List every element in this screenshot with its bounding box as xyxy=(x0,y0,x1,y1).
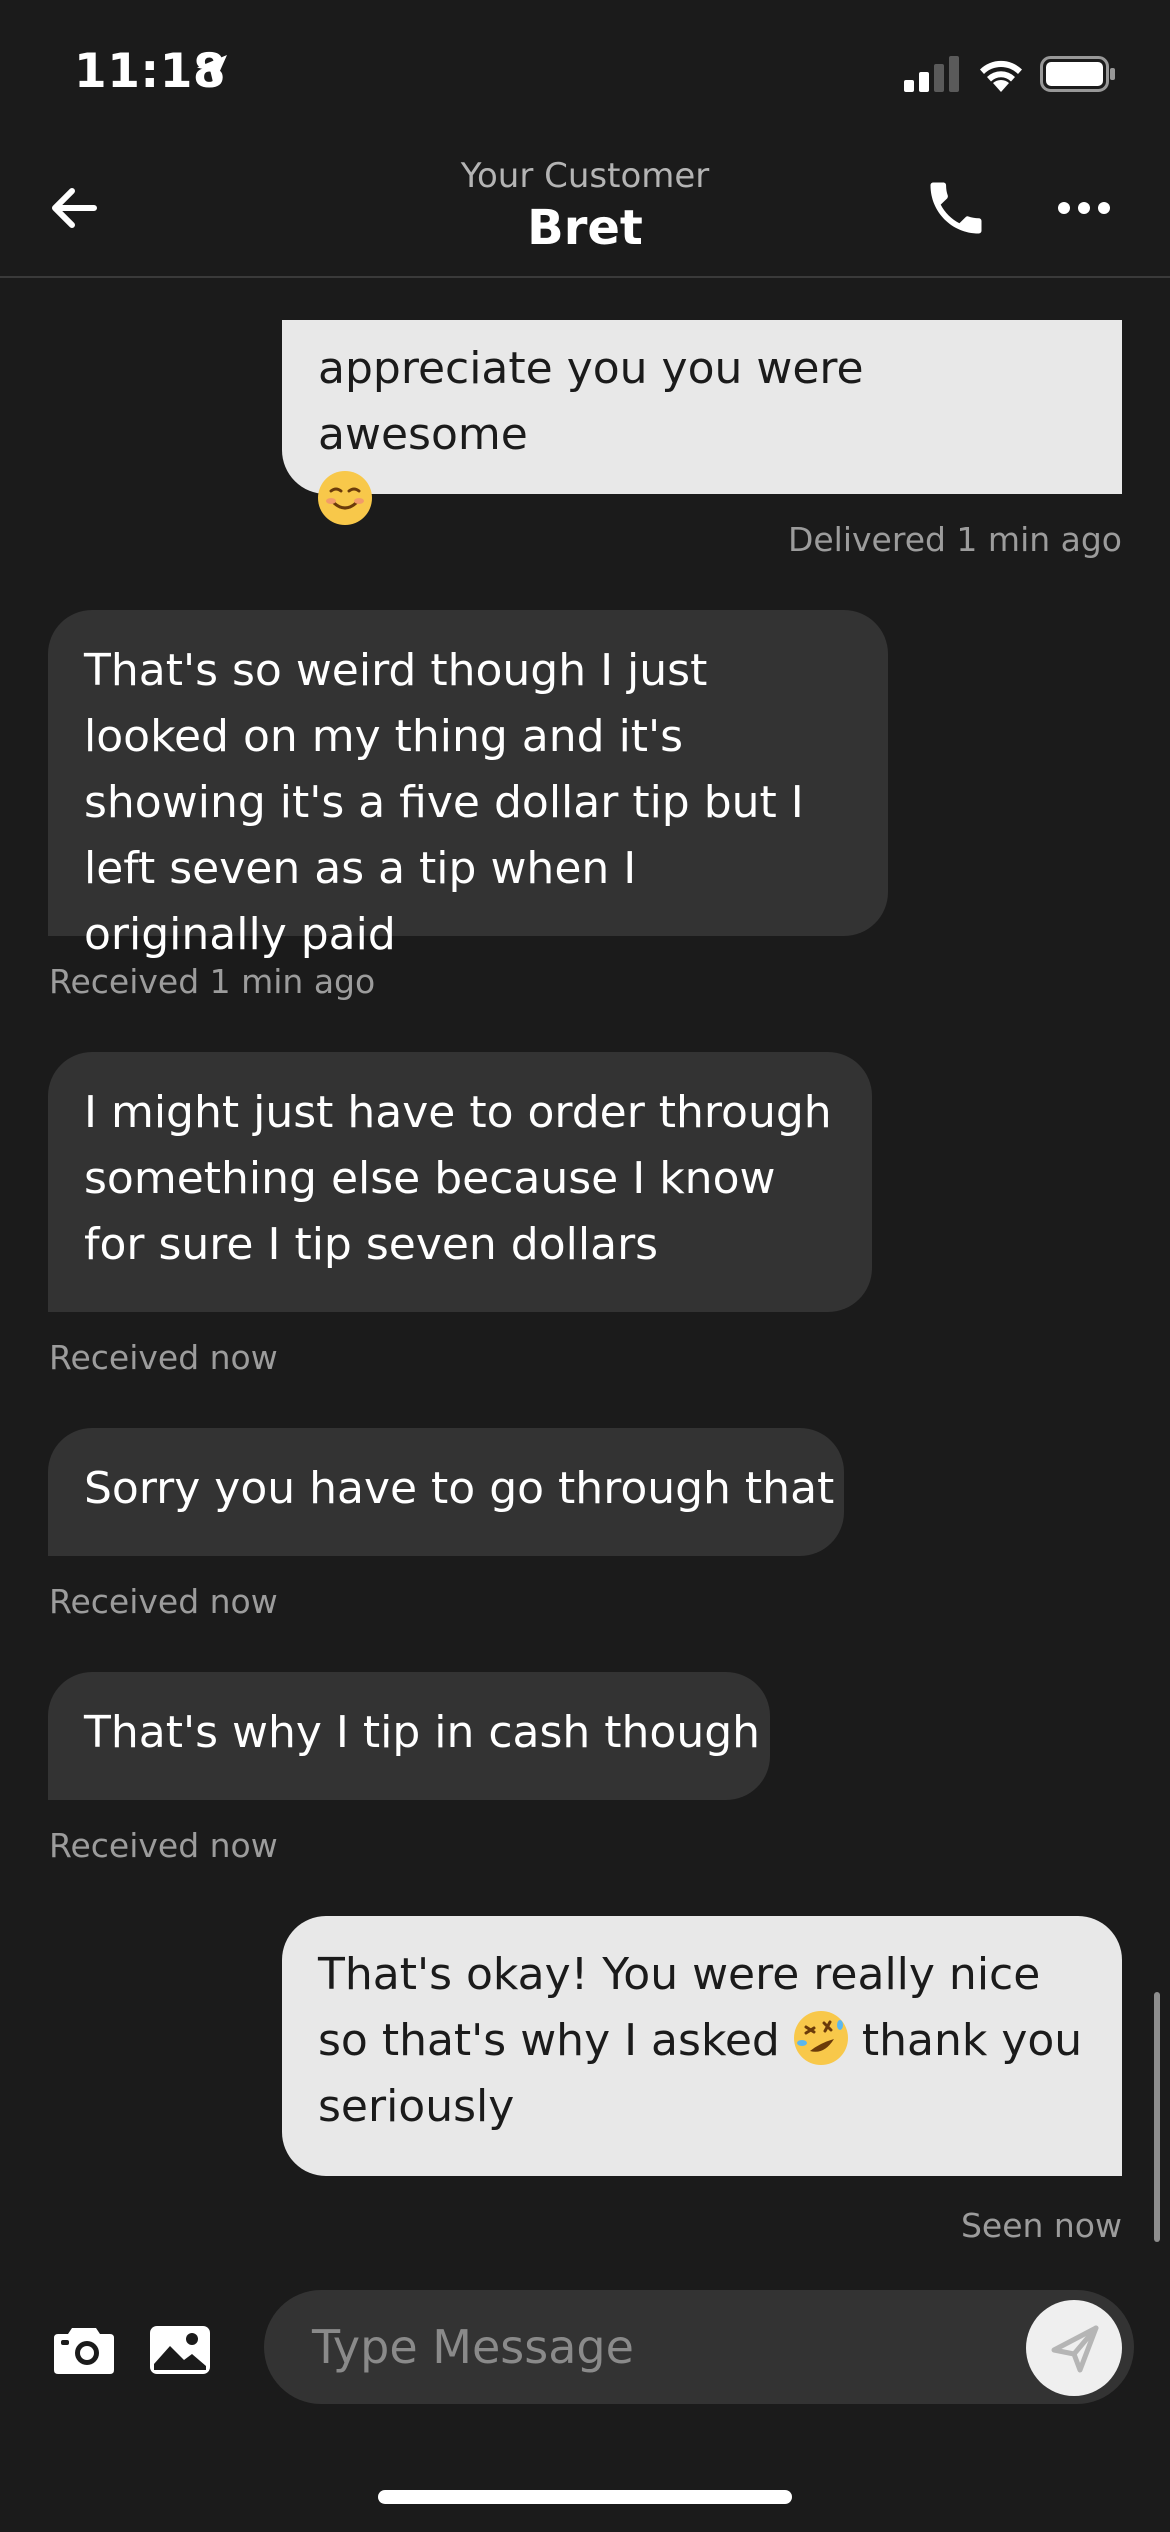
phone-icon[interactable] xyxy=(922,174,990,242)
message-text: That's why I tip in cash though xyxy=(84,1707,761,1758)
message-status: Received now xyxy=(49,1582,278,1621)
message-status: Received 1 min ago xyxy=(49,962,376,1001)
location-arrow-icon xyxy=(197,55,227,85)
cellular-signal-icon xyxy=(904,56,959,92)
incoming-message: That's why I tip in cash though xyxy=(48,1672,770,1800)
message-composer: Type Message xyxy=(0,2290,1170,2408)
message-status: Delivered 1 min ago xyxy=(787,520,1122,559)
more-options-icon[interactable] xyxy=(1054,188,1114,228)
message-text: Sorry you have to go through that xyxy=(84,1463,835,1514)
incoming-message: Sorry you have to go through that xyxy=(48,1428,844,1556)
incoming-message: I might just have to order through somet… xyxy=(48,1052,872,1312)
wifi-icon xyxy=(980,60,1022,92)
message-status: Received now xyxy=(49,1338,278,1377)
scrollbar[interactable] xyxy=(1154,1992,1160,2242)
chat-header: Your Customer Bret xyxy=(0,140,1170,278)
incoming-message: That's so weird though I just looked on … xyxy=(48,610,888,960)
outgoing-message: appreciate you you were awesome xyxy=(282,320,1122,525)
home-indicator[interactable] xyxy=(378,2490,792,2504)
header-subtitle: Your Customer xyxy=(460,156,710,196)
send-icon xyxy=(1051,2325,1099,2373)
battery-icon xyxy=(1040,56,1115,92)
status-bar: 11:18 xyxy=(0,0,1170,140)
message-input-placeholder: Type Message xyxy=(312,2320,634,2374)
message-status: Seen now xyxy=(960,2206,1122,2245)
customer-name: Bret xyxy=(527,200,643,256)
camera-icon[interactable] xyxy=(52,2324,116,2376)
message-text: I might just have to order through somet… xyxy=(84,1087,832,1270)
smiling-face-icon xyxy=(318,471,372,525)
message-text: appreciate you you were awesome xyxy=(318,343,864,460)
message-status: Received now xyxy=(49,1826,278,1865)
message-text: That's so weird though I just looked on … xyxy=(84,645,804,960)
outgoing-message: That's okay! You were really nice so tha… xyxy=(282,1916,1122,2176)
image-gallery-icon[interactable] xyxy=(148,2324,212,2376)
send-button[interactable] xyxy=(1026,2300,1122,2396)
rolling-laughing-icon xyxy=(793,2011,848,2065)
